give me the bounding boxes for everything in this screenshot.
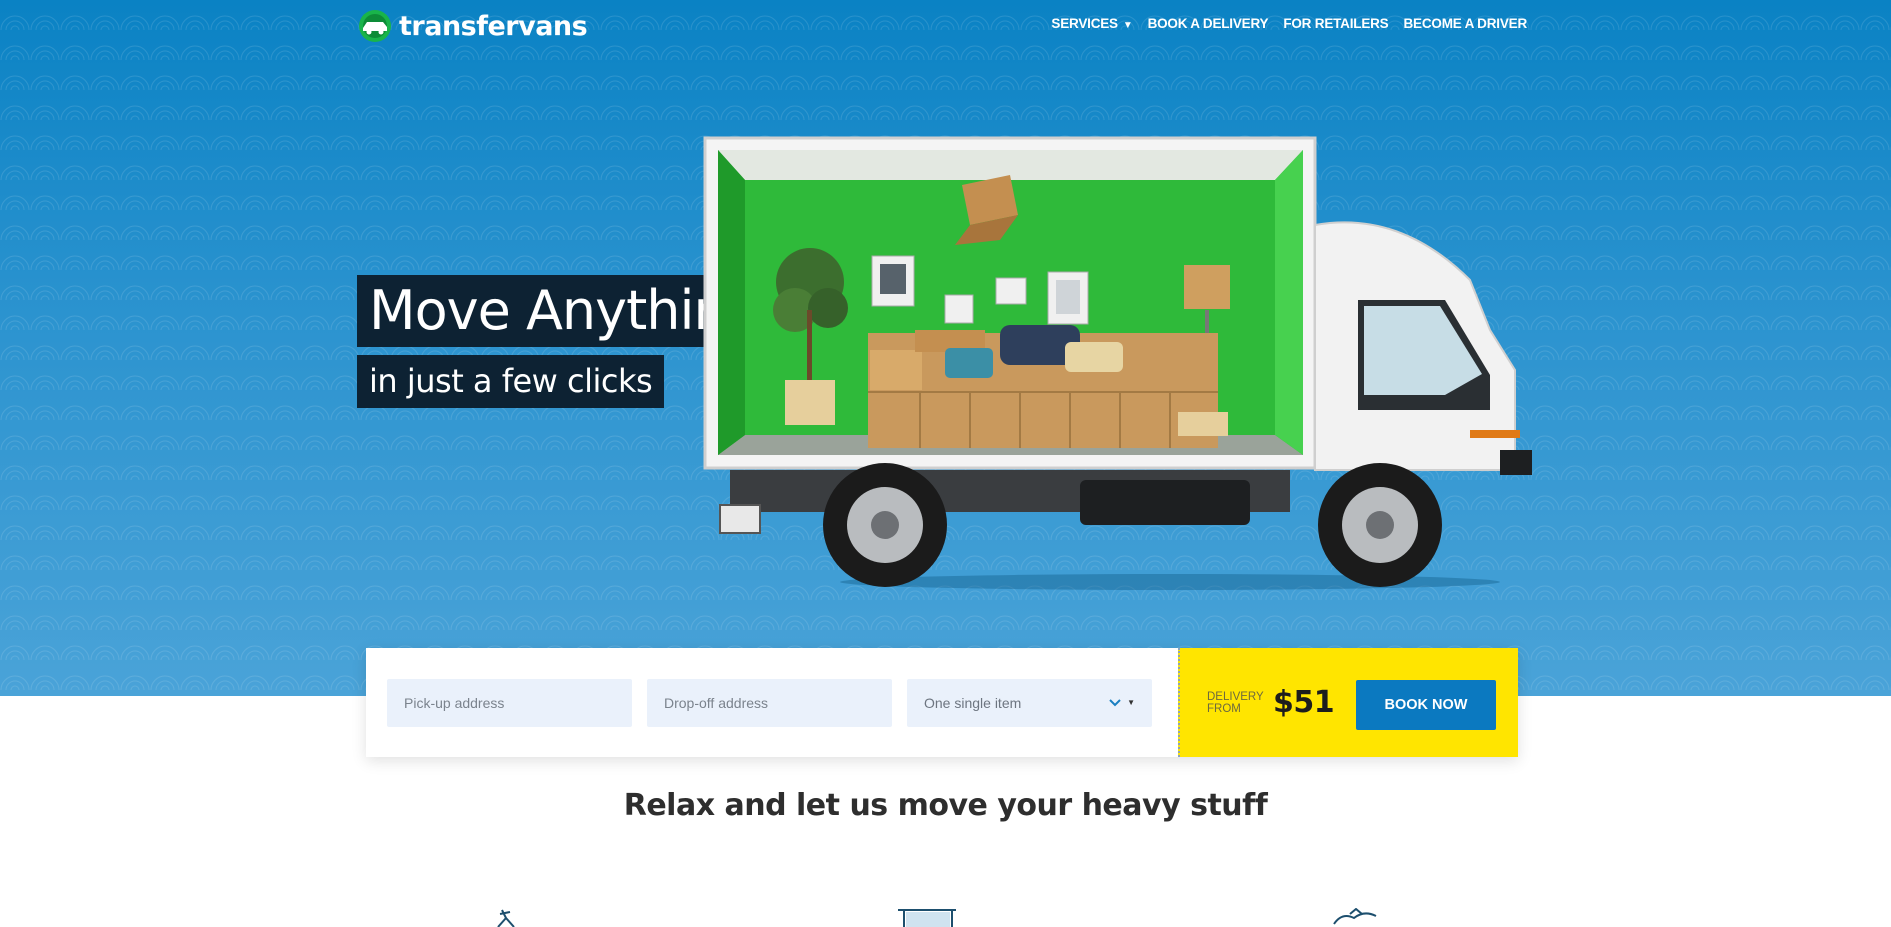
chevron-down-icon <box>1109 698 1121 706</box>
nav-become-driver[interactable]: BECOME A DRIVER <box>1403 16 1527 31</box>
feature-icon-3 <box>1333 908 1377 925</box>
delivery-price: $51 <box>1273 685 1335 720</box>
caret-down-icon: ▼ <box>1127 698 1135 707</box>
main-nav: SERVICES ▼ BOOK A DELIVERY FOR RETAILERS … <box>1051 16 1527 31</box>
feature-icon-2 <box>898 909 956 927</box>
hero-section: transfervans SERVICES ▼ BOOK A DELIVERY F… <box>0 0 1891 696</box>
logo[interactable]: transfervans <box>355 8 588 44</box>
dropoff-address-input[interactable] <box>647 678 892 727</box>
delivery-from-label: DELIVERY FROM <box>1207 691 1265 715</box>
logo-van-icon <box>359 10 391 42</box>
nav-book-delivery[interactable]: BOOK A DELIVERY <box>1148 16 1269 31</box>
truck-illustration <box>703 136 1532 590</box>
nav-services[interactable]: SERVICES ▼ <box>1051 16 1132 31</box>
logo-text: transfervans <box>399 10 588 42</box>
rear-wheel <box>823 463 947 587</box>
front-wheel <box>1318 463 1442 587</box>
dropdown-caret-icon: ▼ <box>1122 20 1133 31</box>
booking-bar: One single item ▼ DELIVERY FROM $51 BOOK… <box>366 648 1518 757</box>
delivery-label-line1: DELIVERY <box>1207 690 1264 703</box>
booking-fields: One single item ▼ <box>366 648 1178 757</box>
delivery-label-line2: FROM <box>1207 702 1241 715</box>
feature-icon-1 <box>497 909 515 927</box>
pickup-address-input[interactable] <box>387 678 632 727</box>
booking-cta: DELIVERY FROM $51 BOOK NOW <box>1178 648 1518 757</box>
book-now-button[interactable]: BOOK NOW <box>1356 680 1496 730</box>
hero-subheadline: in just a few clicks <box>357 355 665 408</box>
item-count-select-value: One single item <box>924 694 1022 711</box>
section-tagline: Relax and let us move your heavy stuff <box>623 788 1268 823</box>
nav-services-label: SERVICES <box>1051 16 1118 31</box>
item-count-select[interactable]: One single item ▼ <box>907 678 1152 727</box>
nav-for-retailers[interactable]: FOR RETAILERS <box>1283 16 1388 31</box>
